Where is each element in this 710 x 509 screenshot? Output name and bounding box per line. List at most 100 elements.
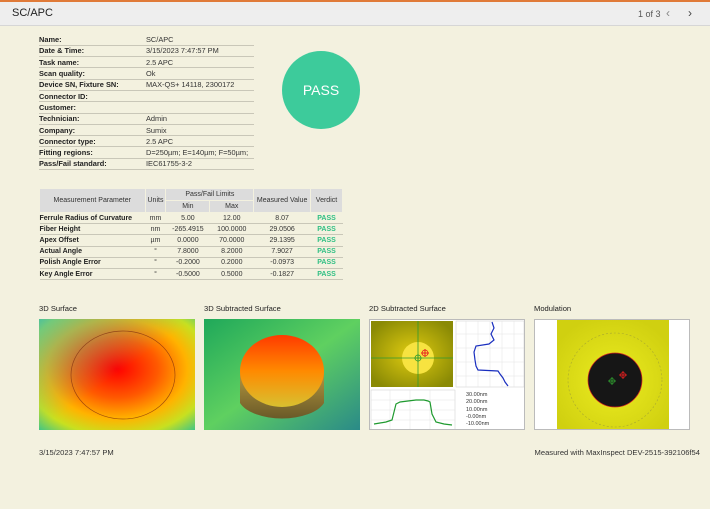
- modulation-image: [534, 319, 690, 430]
- cell-min: 0.0000: [165, 234, 210, 247]
- info-row: Device SN, Fixture SN: MAX-QS+ 14118, 230…: [39, 79, 254, 91]
- tick-label: 10.00nm: [466, 406, 488, 413]
- info-label: Scan quality:: [39, 67, 146, 80]
- measurement-table: Measurement Parameter Units Pass/Fail Li…: [39, 188, 343, 281]
- profile-tick-labels: 30.00nm 20.00nm 10.00nm -0.00nm -10.00nm: [466, 392, 489, 428]
- cell-min: 5.00: [165, 212, 210, 225]
- info-label: Connector ID:: [39, 90, 146, 103]
- cell-min: -0.5000: [165, 268, 210, 281]
- info-value: Sumix: [146, 124, 254, 137]
- chevron-left-icon[interactable]: ‹: [666, 6, 670, 20]
- info-value: 3/15/2023 7:47:57 PM: [146, 45, 254, 58]
- footer-timestamp: 3/15/2023 7:47:57 PM: [39, 448, 114, 457]
- info-row: Fitting regions: D=250µm; E=140µm; F=50µm…: [39, 146, 254, 159]
- table-row: Fiber Height nm -265.4915 100.0000 29.0506 PA…: [39, 223, 343, 236]
- cell-measured: -0.1827: [253, 268, 311, 281]
- cell-units: °: [145, 268, 166, 281]
- cell-max: 0.2000: [209, 257, 254, 269]
- cell-param: Polish Angle Error: [39, 257, 145, 269]
- info-label: Task name:: [39, 56, 146, 69]
- info-value: SC/APC: [146, 34, 254, 46]
- cell-verdict: PASS: [310, 268, 343, 281]
- info-value: 2.5 APC: [146, 135, 254, 148]
- info-label: Pass/Fail standard:: [39, 158, 146, 171]
- info-row: Name: SC/APC: [39, 34, 254, 46]
- cell-units: °: [145, 257, 166, 269]
- cell-measured: 29.0506: [253, 223, 311, 236]
- header-max: Max: [209, 200, 255, 213]
- table-row: Key Angle Error ° -0.5000 0.5000 -0.1827 PASS: [39, 268, 343, 281]
- cell-param: Actual Angle: [39, 246, 145, 258]
- cell-max: 100.0000: [209, 223, 254, 236]
- info-value: 2.5 APC: [146, 56, 254, 69]
- tick-label: -0.00nm: [466, 413, 487, 420]
- info-row: Connector ID:: [39, 90, 254, 103]
- cell-max: 70.0000: [209, 234, 254, 247]
- header-min: Min: [165, 200, 211, 213]
- tick-label: 20.00nm: [466, 399, 488, 406]
- info-row: Connector type: 2.5 APC: [39, 135, 254, 148]
- table-row: Apex Offset µm 0.0000 70.0000 29.1395 PASS: [39, 234, 343, 247]
- table-row: Actual Angle ° 7.8000 8.2000 7.9027 PASS: [39, 246, 343, 258]
- cell-verdict: PASS: [310, 223, 343, 236]
- tick-label: 30.00nm: [466, 392, 488, 398]
- header-verdict: Verdict: [310, 188, 343, 213]
- info-row: Date & Time: 3/15/2023 7:47:57 PM: [39, 45, 254, 58]
- cell-param: Fiber Height: [39, 223, 145, 236]
- cell-units: °: [145, 246, 166, 258]
- cell-units: nm: [145, 223, 166, 236]
- header-limits: Pass/Fail Limits: [165, 188, 255, 201]
- info-row: Pass/Fail standard: IEC61755-3-2: [39, 158, 254, 171]
- report-title: SC/APC: [12, 7, 53, 19]
- panel-title-modulation: Modulation: [534, 304, 572, 313]
- cell-param: Key Angle Error: [39, 268, 145, 281]
- panel-title-3d-subtracted: 3D Subtracted Surface: [204, 304, 281, 313]
- chevron-right-icon[interactable]: ›: [688, 6, 692, 20]
- 3d-surface-image: [39, 319, 195, 430]
- panel-title-3d-surface: 3D Surface: [39, 304, 77, 313]
- cell-verdict: PASS: [310, 246, 343, 258]
- table-row: Ferrule Radius of Curvature mm 5.00 12.00 8.…: [39, 212, 343, 225]
- cell-units: µm: [145, 234, 166, 247]
- cell-verdict: PASS: [310, 234, 343, 247]
- cell-param: Apex Offset: [39, 234, 145, 247]
- 3d-subtracted-surface-image: [204, 319, 360, 430]
- cell-max: 8.2000: [209, 246, 254, 258]
- info-label: Name:: [39, 34, 146, 46]
- info-row: Task name: 2.5 APC: [39, 56, 254, 69]
- footer-measured-with: Measured with MaxInspect DEV-2515-392106…: [534, 448, 700, 457]
- header-measured: Measured Value: [253, 188, 312, 213]
- cell-param: Ferrule Radius of Curvature: [39, 212, 145, 225]
- cell-verdict: PASS: [310, 257, 343, 269]
- cell-min: 7.8000: [165, 246, 210, 258]
- title-bar: SC/APC 1 of 3 ‹ ›: [0, 0, 710, 26]
- header-parameter: Measurement Parameter: [39, 188, 146, 213]
- cell-min: -0.2000: [165, 257, 210, 269]
- info-value: [146, 90, 254, 103]
- connector-info-table: Name: SC/APC Date & Time: 3/15/2023 7:47:5…: [39, 34, 254, 171]
- info-row: Technician: Admin: [39, 113, 254, 125]
- cell-measured: -0.0973: [253, 257, 311, 269]
- info-label: Device SN, Fixture SN:: [39, 79, 146, 91]
- cell-measured: 8.07: [253, 212, 311, 225]
- 2d-subtracted-surface-image: 30.00nm 20.00nm 10.00nm -0.00nm -10.00nm: [369, 319, 525, 430]
- info-label: Company:: [39, 124, 146, 137]
- page-indicator: 1 of 3: [638, 9, 661, 19]
- cell-max: 0.5000: [209, 268, 254, 281]
- panel-title-2d-subtracted: 2D Subtracted Surface: [369, 304, 446, 313]
- info-value: Admin: [146, 113, 254, 125]
- info-row: Company: Sumix: [39, 124, 254, 137]
- table-row: Polish Angle Error ° -0.2000 0.2000 -0.0973 P…: [39, 257, 343, 269]
- cell-measured: 29.1395: [253, 234, 311, 247]
- pass-status-badge: PASS: [282, 51, 360, 129]
- cell-measured: 7.9027: [253, 246, 311, 258]
- info-value: MAX-QS+ 14118, 2300172: [146, 79, 254, 91]
- info-value: Ok: [146, 67, 254, 80]
- info-label: Fitting regions:: [39, 146, 146, 159]
- info-row: Customer:: [39, 101, 254, 114]
- info-label: Date & Time:: [39, 45, 146, 58]
- info-label: Customer:: [39, 101, 146, 114]
- cell-max: 12.00: [209, 212, 254, 225]
- header-units: Units: [144, 188, 167, 213]
- info-value: [146, 101, 254, 114]
